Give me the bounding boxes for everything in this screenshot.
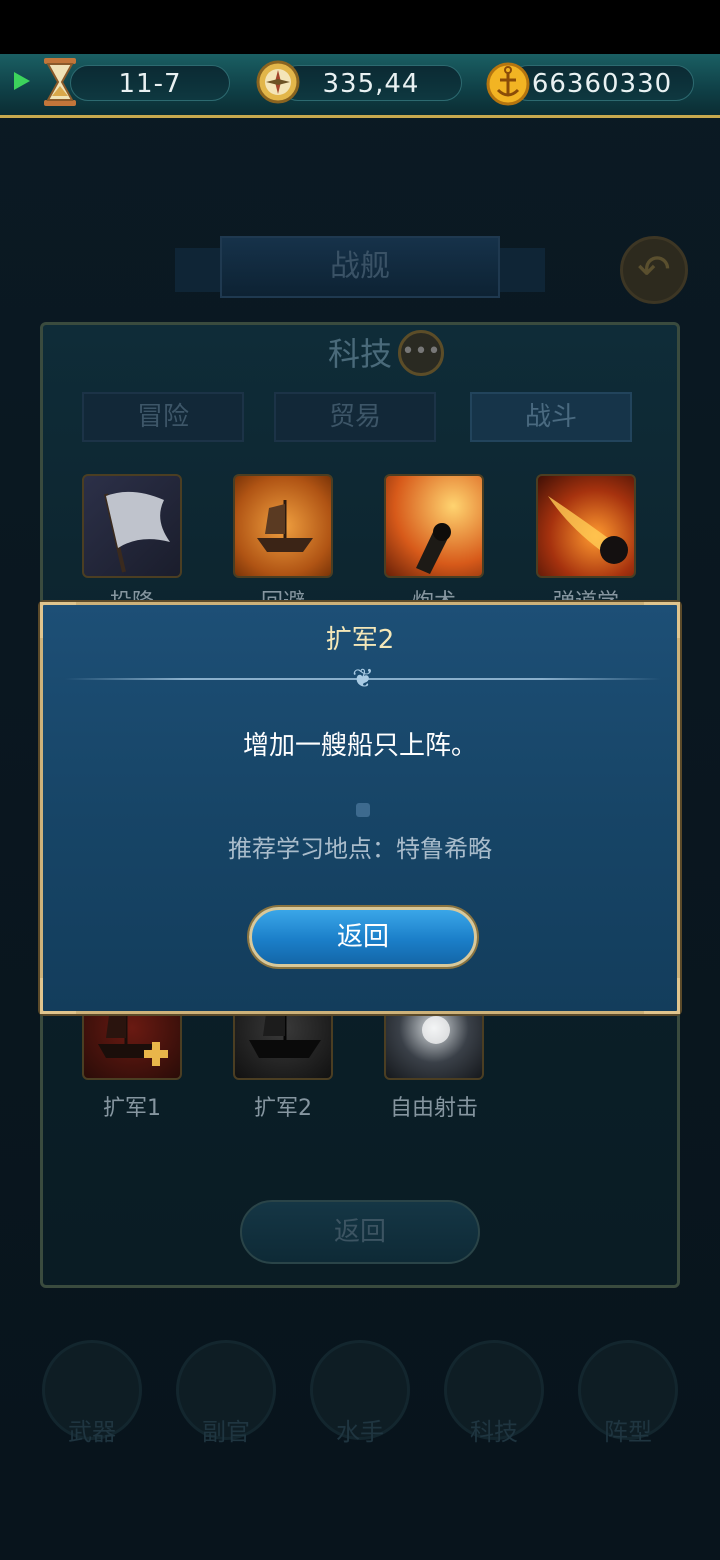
dialog-location: 推荐学习地点：特鲁希略 <box>228 835 492 863</box>
skill-gunnery[interactable] <box>384 474 484 578</box>
skill-detail-dialog: 扩军2 ❦ 增加一艘船只上阵。 推荐学习地点：特鲁希略 返回 <box>40 602 680 1014</box>
fleur-ornament-icon: ❦ <box>352 664 374 694</box>
level-value: 11-7 <box>118 69 182 99</box>
game-screen: 11-7 335,44 66360330 战舰 ↶ 科技 ••• 冒险 贸易 战… <box>0 0 720 1560</box>
corner-ornament <box>40 978 76 1014</box>
status-strip <box>0 0 720 54</box>
cannon-icon <box>416 523 451 574</box>
skill-label-expand-army-1: 扩军1 <box>103 1096 161 1121</box>
level-display: 11-7 <box>70 65 230 101</box>
back-button[interactable]: ↶ <box>620 236 688 304</box>
nav-weapons-label: 武器 <box>68 1418 116 1446</box>
back-arrow-icon: ↶ <box>637 247 671 293</box>
skill-evade[interactable] <box>233 474 333 578</box>
gold-coin-icon <box>486 62 530 106</box>
skill-label-free-fire: 自由射击 <box>389 1096 478 1121</box>
ship-evade-icon <box>257 500 313 552</box>
corner-ornament <box>644 978 680 1014</box>
tab-adventure[interactable]: 冒险 <box>82 392 244 442</box>
gold-display: 66360330 <box>510 65 694 101</box>
fireball-icon <box>548 496 628 564</box>
page-title: 战舰 <box>330 249 390 284</box>
white-flag-icon <box>104 491 170 573</box>
compass-value: 335,44 <box>322 69 420 99</box>
play-icon[interactable] <box>14 72 30 90</box>
dialog-return-button[interactable]: 返回 <box>249 907 477 967</box>
hourglass-icon <box>44 58 76 106</box>
title-banner: 战舰 <box>175 236 545 306</box>
tab-trade[interactable]: 贸易 <box>274 392 436 442</box>
nav-tech-label: 科技 <box>470 1418 518 1446</box>
skill-label-expand-army-2: 扩军2 <box>254 1096 312 1121</box>
dialog-description: 增加一艘船只上阵。 <box>242 731 477 761</box>
compass-icon <box>256 60 300 104</box>
dialog-dot <box>356 803 370 817</box>
dialog-title: 扩军2 <box>325 625 395 655</box>
chat-icon[interactable]: ••• <box>398 330 444 376</box>
tech-panel-title: 科技 <box>327 335 392 373</box>
panel-return-button[interactable]: 返回 <box>240 1200 480 1264</box>
nav-formation-label: 阵型 <box>604 1418 652 1446</box>
nav-officer-label: 副官 <box>202 1418 250 1446</box>
skill-ballistics[interactable] <box>536 474 636 578</box>
resource-bar: 11-7 335,44 66360330 <box>0 54 720 118</box>
compass-display: 335,44 <box>280 65 462 101</box>
tab-combat[interactable]: 战斗 <box>470 392 632 442</box>
nav-sailors-label: 水手 <box>336 1418 384 1446</box>
gold-value: 66360330 <box>531 69 673 99</box>
skill-surrender[interactable] <box>82 474 182 578</box>
